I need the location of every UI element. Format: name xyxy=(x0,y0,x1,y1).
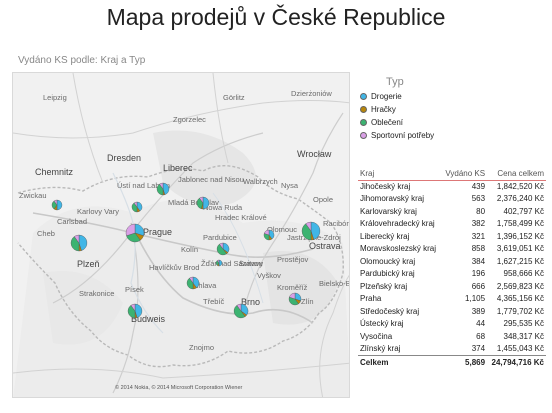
cell-kraj: Karlovarský kraj xyxy=(360,206,417,216)
legend-item[interactable]: Sportovní potřeby xyxy=(360,129,434,142)
table-row[interactable]: Jihomoravský kraj 563 2,376,240 Kč xyxy=(358,193,546,206)
cell-cena: 1,758,499 Kč xyxy=(496,219,544,229)
table-row[interactable]: Ústecký kraj 44 295,535 Kč xyxy=(358,318,546,331)
cell-vydano: 384 xyxy=(471,256,486,266)
table-row[interactable]: Pardubický kraj 196 958,666 Kč xyxy=(358,268,546,281)
cell-cena: 295,535 Kč xyxy=(503,319,544,329)
legend-label: Drogerie xyxy=(371,92,402,101)
page-title: Mapa prodejů v České Republice xyxy=(106,4,446,30)
map-pie-slice[interactable] xyxy=(202,196,210,210)
cell-cena: 958,666 Kč xyxy=(503,269,544,279)
cell-cena: 3,619,051 Kč xyxy=(496,244,544,254)
table-row[interactable]: Karlovarský kraj 80 402,797 Kč xyxy=(358,205,546,218)
cell-cena: 348,317 Kč xyxy=(503,331,544,341)
cell-kraj: Praha xyxy=(360,294,382,304)
table-row[interactable]: Praha 1,105 4,365,156 Kč xyxy=(358,293,546,306)
total-label: Celkem xyxy=(358,354,442,370)
legend-item[interactable]: Drogerie xyxy=(360,90,434,103)
column-header-kraj[interactable]: Kraj xyxy=(358,167,442,181)
legend-dot xyxy=(360,119,367,126)
cell-cena: 1,779,702 Kč xyxy=(496,306,544,316)
cell-vydano: 666 xyxy=(471,281,486,291)
cell-vydano: 68 xyxy=(476,331,486,341)
legend-item[interactable]: Oblečení xyxy=(360,116,434,129)
cell-cena: 1,842,520 Kč xyxy=(496,182,544,191)
cell-cena: 1,627,215 Kč xyxy=(496,256,544,266)
cell-vydano: 563 xyxy=(471,194,486,204)
table-row[interactable]: Královehradecký kraj 382 1,758,499 Kč xyxy=(358,218,546,231)
legend-dot xyxy=(360,93,367,100)
cell-cena: 1,396,152 Kč xyxy=(496,231,544,241)
cell-cena: 4,365,156 Kč xyxy=(496,294,544,304)
legend-label: Oblečení xyxy=(371,118,404,127)
cell-kraj: Pardubický kraj xyxy=(360,269,415,279)
legend-label: Hračky xyxy=(371,105,396,114)
map-pie-slice[interactable] xyxy=(218,259,223,267)
map-pie-slice[interactable] xyxy=(56,199,63,211)
legend-label: Sportovní potřeby xyxy=(371,131,435,140)
map-copyright: © 2014 Nokia, © 2014 Microsoft Corporati… xyxy=(115,385,243,391)
cell-kraj: Zlínský kraj xyxy=(360,344,401,353)
table-row[interactable]: Plzeňský kraj 666 2,569,823 Kč xyxy=(358,280,546,293)
cell-vydano: 439 xyxy=(471,182,486,191)
cell-vydano: 389 xyxy=(471,306,486,316)
legend: Typ Drogerie Hračky Oblečení Sportovní p… xyxy=(360,76,434,142)
cell-kraj: Královehradecký kraj xyxy=(360,219,435,229)
cell-vydano: 1,105 xyxy=(465,294,486,304)
cell-kraj: Středočeský kraj xyxy=(360,306,420,316)
total-cena: 24,794,716 Kč xyxy=(487,354,546,370)
table-row[interactable]: Středočeský kraj 389 1,779,702 Kč xyxy=(358,305,546,318)
legend-dot xyxy=(360,132,367,139)
cell-kraj: Olomoucký kraj xyxy=(360,256,416,266)
cell-vydano: 858 xyxy=(471,244,486,254)
sales-map[interactable]: Görlitz Zgorzelec Dzierżoniów Wrocław Op… xyxy=(12,72,350,398)
cell-kraj: Jihomoravský kraj xyxy=(360,194,425,204)
table-header-row: Kraj Vydáno KS Cena celkem xyxy=(358,167,546,181)
cell-kraj: Moravskoslezský kraj xyxy=(360,244,437,254)
legend-dot xyxy=(360,106,367,113)
table-row[interactable]: Zlínský kraj 374 1,455,043 Kč xyxy=(358,343,546,356)
cell-cena: 1,455,043 Kč xyxy=(496,344,544,353)
total-vydano: 5,869 xyxy=(441,354,488,370)
cell-vydano: 382 xyxy=(471,219,486,229)
column-header-vydano[interactable]: Vydáno KS xyxy=(441,167,488,181)
table-row[interactable]: Jihočeský kraj 439 1,842,520 Kč xyxy=(358,180,546,193)
cell-vydano: 321 xyxy=(471,231,486,241)
cell-kraj: Jihočeský kraj xyxy=(360,182,411,191)
cell-cena: 2,569,823 Kč xyxy=(496,281,544,291)
cell-cena: 402,797 Kč xyxy=(503,206,544,216)
map-pie-layer xyxy=(51,182,321,319)
cell-vydano: 80 xyxy=(476,206,486,216)
cell-kraj: Plzeňský kraj xyxy=(360,281,408,291)
cell-vydano: 196 xyxy=(471,269,486,279)
table-row[interactable]: Moravskoslezský kraj 858 3,619,051 Kč xyxy=(358,243,546,256)
legend-title: Typ xyxy=(386,76,404,88)
table-row[interactable]: Vysočina 68 348,317 Kč xyxy=(358,330,546,343)
map-title: Vydáno KS podle: Kraj a Typ xyxy=(18,55,146,66)
cell-kraj: Ústecký kraj xyxy=(360,319,404,329)
cell-cena: 2,376,240 Kč xyxy=(496,194,544,204)
table-row[interactable]: Liberecký kraj 321 1,396,152 Kč xyxy=(358,230,546,243)
column-header-cena[interactable]: Cena celkem xyxy=(487,167,546,181)
cell-kraj: Liberecký kraj xyxy=(360,231,410,241)
cell-kraj: Vysočina xyxy=(360,331,393,341)
cell-vydano: 44 xyxy=(476,319,486,329)
table-total-row: Celkem 5,869 24,794,716 Kč xyxy=(358,354,546,370)
sales-table: Kraj Vydáno KS Cena celkem Jihočeský kra… xyxy=(358,167,546,370)
legend-item[interactable]: Hračky xyxy=(360,103,434,116)
table-row[interactable]: Olomoucký kraj 384 1,627,215 Kč xyxy=(358,255,546,268)
cell-vydano: 374 xyxy=(471,344,486,353)
